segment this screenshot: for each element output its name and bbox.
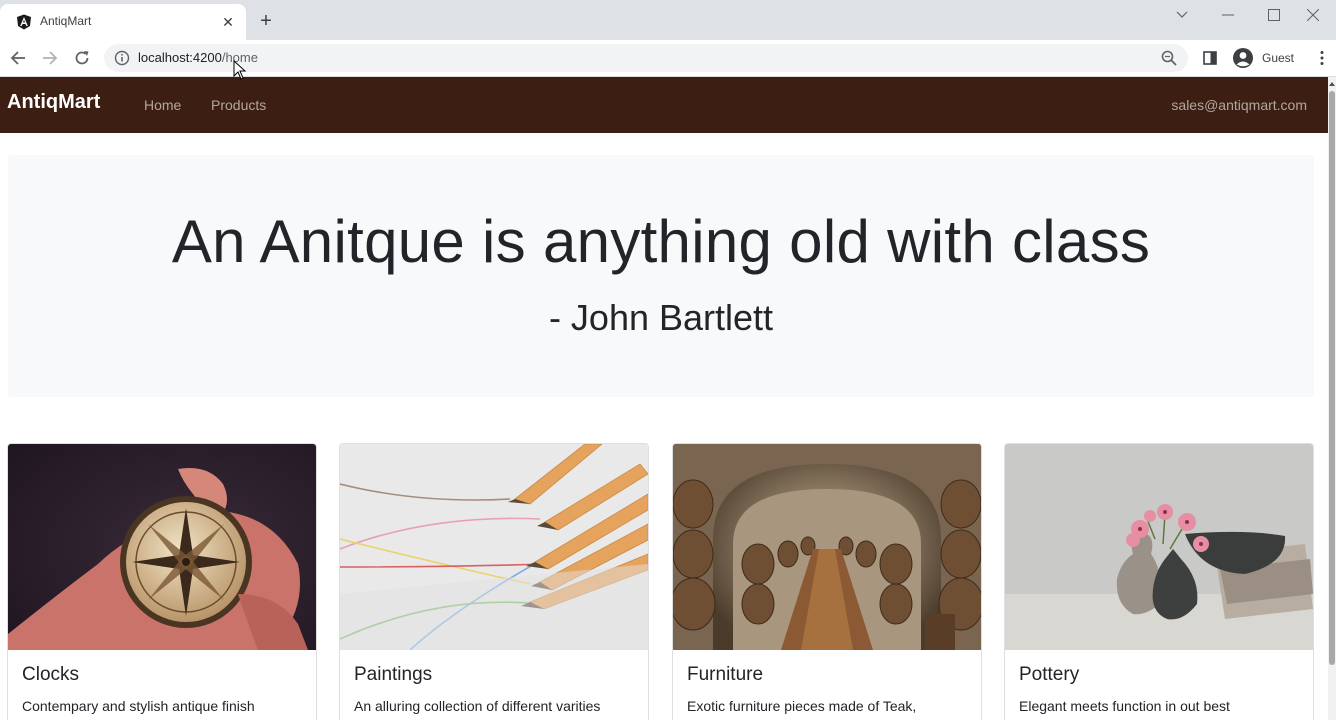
nav-link-products[interactable]: Products <box>211 97 266 113</box>
category-card-paintings[interactable]: Paintings An alluring collection of diff… <box>339 443 649 720</box>
profile-name: Guest <box>1262 51 1295 65</box>
hero-banner: An Anitque is anything old with class - … <box>8 155 1314 397</box>
category-card-clocks[interactable]: Clocks Contempary and stylish antique fi… <box>7 443 317 720</box>
new-tab-icon[interactable]: + <box>255 10 277 32</box>
brand-logo[interactable]: AntiqMart <box>7 91 100 114</box>
card-text: Contempary and stylish antique finish <box>22 698 255 714</box>
card-image-compass <box>8 444 316 650</box>
menu-dots-icon[interactable] <box>1310 46 1334 70</box>
minimize-icon[interactable] <box>1205 0 1251 30</box>
back-icon[interactable] <box>6 46 30 70</box>
zoom-icon[interactable] <box>1160 49 1178 67</box>
nav-link-home[interactable]: Home <box>144 97 181 113</box>
side-panel-icon[interactable] <box>1198 46 1222 70</box>
browser-tab-strip: AntiqMart ✕ + <box>0 0 1336 40</box>
card-image-wine-cellar <box>673 444 981 650</box>
site-navbar: AntiqMart Home Products sales@antiqmart.… <box>0 77 1328 133</box>
tab-search-icon[interactable] <box>1159 0 1205 30</box>
avatar-icon <box>1233 48 1253 68</box>
scroll-thumb[interactable] <box>1329 91 1335 665</box>
card-image-vases <box>1005 444 1313 650</box>
card-text: Exotic furniture pieces made of Teak, <box>687 698 917 714</box>
browser-toolbar: localhost:4200/home Guest <box>0 40 1336 77</box>
address-bar[interactable]: localhost:4200/home <box>104 44 1188 72</box>
card-title: Paintings <box>354 664 433 685</box>
contact-email[interactable]: sales@antiqmart.com <box>1171 97 1307 113</box>
reload-icon[interactable] <box>70 46 94 70</box>
card-title: Clocks <box>22 664 80 685</box>
card-image-pencils <box>340 444 648 650</box>
tab-title: AntiqMart <box>40 14 92 28</box>
url-host: localhost:4200 <box>138 50 222 65</box>
browser-tab[interactable]: AntiqMart ✕ <box>0 4 246 40</box>
card-text: Elegant meets function in out best <box>1019 698 1230 714</box>
forward-icon[interactable] <box>38 46 62 70</box>
category-card-furniture[interactable]: Furniture Exotic furniture pieces made o… <box>672 443 982 720</box>
hero-author: - John Bartlett <box>548 297 774 338</box>
site-info-icon[interactable] <box>114 50 130 66</box>
scroll-up-icon[interactable] <box>1328 79 1336 89</box>
card-text: An alluring collection of different vari… <box>354 698 601 714</box>
profile-button[interactable]: Guest <box>1230 45 1302 71</box>
category-card-pottery[interactable]: Pottery Elegant meets function in out be… <box>1004 443 1314 720</box>
angular-icon <box>17 14 31 30</box>
card-title: Pottery <box>1019 664 1080 685</box>
hero-quote: An Anitque is anything old with class <box>171 208 1151 275</box>
close-tab-icon[interactable]: ✕ <box>218 12 238 32</box>
close-window-icon[interactable] <box>1290 0 1336 30</box>
card-title: Furniture <box>687 664 764 685</box>
mouse-cursor-icon <box>233 60 247 80</box>
page-scrollbar[interactable] <box>1328 77 1336 720</box>
